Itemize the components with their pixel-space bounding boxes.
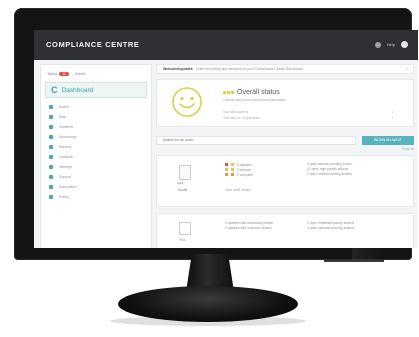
welcome-notice: Welcome/updates Grab everything and welc… — [156, 64, 414, 74]
status-row-label: 2 updates — [237, 162, 252, 167]
sidebar-item-label: Audits — [59, 105, 69, 109]
status-line-label: Your last no. of questions — [223, 116, 260, 120]
sidebar-item-settings[interactable]: Settings — [41, 162, 151, 172]
show-all-link[interactable]: Show all — [156, 147, 414, 151]
avatar[interactable] — [401, 41, 408, 48]
audit-status-rows: 2 updates 3 reviews 2 complete — [225, 162, 253, 177]
document-icon — [179, 222, 191, 235]
sidebar: Tasks 12 Alerts C Dashboard Audits Risk I… — [40, 64, 152, 248]
search-input[interactable] — [156, 135, 356, 145]
yellow-square-icon — [225, 168, 228, 171]
risk-card[interactable]: Risk 3 updates with scheduled people 2 u… — [156, 213, 414, 248]
search-row: BEGIN AN AUDIT — [156, 134, 414, 146]
sidebar-item-label: Subscribed — [59, 185, 77, 189]
status-level-indicator — [223, 91, 234, 94]
sidebar-item-contacts[interactable]: Contacts — [41, 152, 151, 162]
sidebar-item-reports[interactable]: Reports — [41, 142, 151, 152]
notice-heading: Welcome/updates — [163, 67, 193, 71]
status-line: Your last score is • — [223, 110, 393, 114]
sidebar-item-label: Policy — [59, 195, 69, 199]
sidebar-item-label: Contacts — [59, 155, 73, 159]
orange-square-icon — [231, 173, 234, 176]
audit-actions: 3 open actions pending review 12 open hi… — [307, 162, 352, 177]
contact-icon — [49, 155, 53, 159]
monitor-stand-base — [118, 286, 298, 322]
close-icon[interactable]: × — [407, 66, 409, 71]
status-row-label: 3 reviews — [237, 167, 251, 172]
overall-status-card: Overall status Overall lines your curren… — [156, 79, 414, 127]
chart-icon — [49, 145, 53, 149]
sidebar-item-label: Incidents — [59, 125, 74, 129]
yellow-square-icon — [231, 168, 234, 171]
monitor-chin-accent — [324, 260, 384, 262]
bell-icon[interactable] — [374, 41, 381, 48]
action-item[interactable]: 4 open uploaded priority actions — [307, 226, 354, 231]
sidebar-item-policy[interactable]: Policy — [41, 192, 151, 202]
tab-alerts[interactable]: Alerts — [75, 71, 85, 76]
yellow-square-icon — [231, 163, 234, 166]
sidebar-item-incidents[interactable]: Incidents — [41, 122, 151, 132]
status-line-value: • — [391, 116, 393, 120]
help-link[interactable]: Help — [387, 42, 395, 47]
dashboard-letter-icon: C — [51, 85, 58, 95]
top-bar: COMPLIANCE CENTRE Help — [34, 30, 418, 60]
top-bar-actions: Help — [374, 41, 408, 48]
sidebar-item-audits[interactable]: Audits — [41, 102, 151, 112]
screen: COMPLIANCE CENTRE Help Tasks 12 Alerts C … — [34, 30, 418, 248]
document-icon — [49, 195, 53, 199]
audit-score: ●●● — [177, 181, 184, 185]
sidebar-item-workshops[interactable]: Workshops — [41, 132, 151, 142]
clipboard-icon — [49, 105, 53, 109]
sidebar-item-label: Support — [59, 175, 72, 179]
brand-logo[interactable]: COMPLIANCE CENTRE — [46, 40, 140, 49]
sidebar-item-support[interactable]: Support — [41, 172, 151, 182]
tab-tasks[interactable]: Tasks 12 — [47, 71, 70, 76]
warning-icon — [49, 115, 53, 119]
smiley-icon — [172, 87, 202, 117]
status-line: Your last no. of questions • — [223, 116, 393, 120]
audit-card[interactable]: ●●● Audit 2 updates 3 reviews 2 complete… — [156, 155, 414, 207]
risk-card-label: Risk — [179, 238, 186, 242]
audit-type: Audit — [178, 187, 188, 192]
audit-details-link[interactable]: View audit details — [225, 188, 251, 192]
main-content: Welcome/updates Grab everything and welc… — [156, 64, 414, 248]
action-item[interactable]: 2 open medium priority actions — [307, 172, 352, 177]
lifebuoy-icon — [49, 175, 53, 179]
sidebar-item-label: Settings — [59, 165, 72, 169]
status-title: Overall status — [237, 89, 280, 96]
status-line-label: Your last score is — [223, 110, 248, 114]
sidebar-item-label: Risk — [59, 115, 66, 119]
status-heading: Overall status — [223, 89, 280, 96]
sidebar-item-risk[interactable]: Risk — [41, 112, 151, 122]
sidebar-item-dashboard[interactable]: C Dashboard — [45, 82, 147, 98]
notice-text: Grab everything and welcome to your Comp… — [195, 67, 303, 71]
red-square-icon — [225, 163, 228, 166]
risk-actions: 3 open moderate priority actions 4 open … — [307, 221, 354, 231]
gear-icon — [49, 165, 53, 169]
tasks-badge: 12 — [59, 72, 70, 76]
sidebar-tabs: Tasks 12 Alerts — [41, 65, 151, 80]
monitor-bezel: COMPLIANCE CENTRE Help Tasks 12 Alerts C … — [14, 8, 418, 262]
alert-icon — [49, 125, 53, 129]
sidebar-item-label: Dashboard — [61, 86, 94, 94]
people-icon — [49, 135, 53, 139]
sidebar-item-label: Workshops — [59, 135, 77, 139]
status-row: 2 complete — [225, 172, 253, 177]
status-line-value: • — [391, 110, 393, 114]
begin-audit-button[interactable]: BEGIN AN AUDIT — [362, 135, 414, 145]
sidebar-item-subscribed[interactable]: Subscribed — [41, 182, 151, 192]
orange-square-icon — [225, 173, 228, 176]
status-row-label: 2 complete — [237, 172, 254, 177]
tab-tasks-label: Tasks — [47, 71, 58, 76]
update-item: 2 updates with unknown actions — [225, 226, 272, 230]
clipboard-icon — [179, 165, 191, 180]
risk-updates: 3 updates with scheduled people 2 update… — [225, 221, 273, 231]
star-icon — [49, 185, 53, 189]
sidebar-item-label: Reports — [59, 145, 72, 149]
status-subtitle: Overall lines your current and calculate… — [223, 98, 286, 102]
